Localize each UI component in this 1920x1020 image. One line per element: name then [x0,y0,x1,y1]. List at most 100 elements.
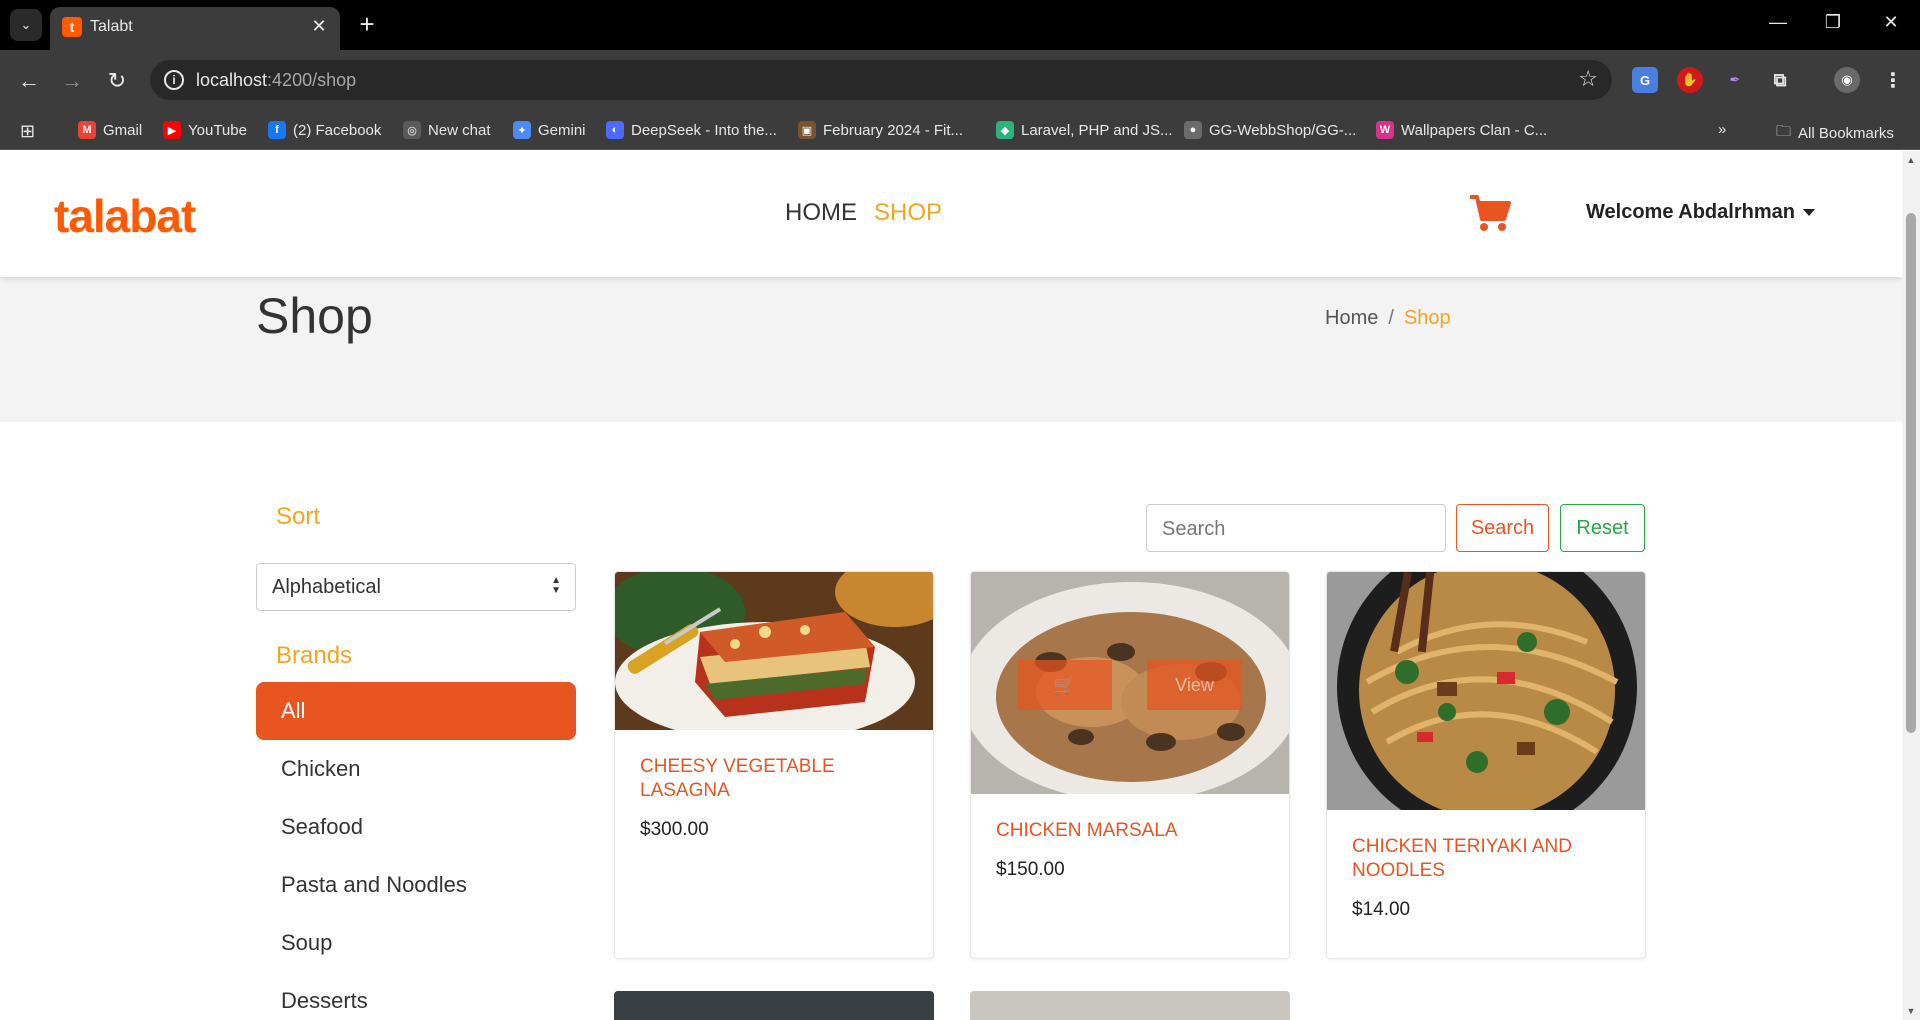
bookmark-item[interactable]: ● GG-WebbShop/GG-... [1184,121,1356,139]
translate-extension-icon[interactable]: G [1632,67,1658,93]
talabat-logo[interactable]: talabat [54,189,196,243]
bookmark-item[interactable]: f (2) Facebook [268,121,381,139]
bookmark-label: New chat [428,121,491,139]
feather-extension-icon[interactable]: ✒ [1722,67,1748,93]
bookmark-star-icon[interactable]: ☆ [1578,66,1598,92]
window-close-icon[interactable]: ✕ [1876,12,1906,33]
sort-select[interactable]: Alphabetical ▲ ▼ [256,563,576,611]
gmail-icon: M [78,121,96,139]
folder-icon: 🗀 [1776,123,1792,140]
tab-search-button[interactable]: ⌄ [10,9,42,41]
active-tab[interactable]: t Talabt ✕ [50,7,340,50]
more-bookmarks-icon[interactable]: » [1718,121,1726,138]
bookmark-item[interactable]: ▣ February 2024 - Fit... [798,121,963,139]
browser-toolbar: ← → ↻ i localhost:4200/shop ☆ G ✋ ✒ ⧉ ◉ … [0,50,1920,110]
bookmark-item[interactable]: ◎ New chat [403,121,491,139]
adblock-extension-icon[interactable]: ✋ [1677,67,1703,93]
product-name[interactable]: CHICKEN TERIYAKI AND NOODLES [1352,835,1622,883]
breadcrumb-current: Shop [1403,307,1451,329]
scroll-thumb[interactable] [1906,213,1916,733]
product-price: $14.00 [1352,899,1411,920]
product-card-partial[interactable] [614,991,934,1020]
bookmark-item[interactable]: W Wallpapers Clan - C... [1376,121,1547,139]
product-card[interactable]: 🛒 View CHICKEN MARSALA $150.00 [970,571,1290,959]
nav-home-link[interactable]: HOME [785,199,857,227]
search-button[interactable]: Search [1456,504,1549,552]
bookmark-item[interactable]: ◐ DeepSeek - Into the... [606,121,777,139]
brand-item-all[interactable]: All [256,682,576,740]
breadcrumb-home[interactable]: Home [1325,307,1378,329]
product-name[interactable]: CHICKEN MARSALA [996,819,1266,843]
bookmark-label: Laravel, PHP and JS... [1021,121,1173,139]
cart-icon[interactable] [1468,193,1512,233]
site-header: talabat HOME SHOP Welcome Abdalrhman [0,151,1902,277]
github-icon: ● [1184,121,1202,139]
reload-icon[interactable]: ↻ [102,66,132,96]
brand-item-seafood[interactable]: Seafood [256,798,576,856]
nav-shop-link[interactable]: SHOP [874,199,942,227]
laracasts-icon: ◆ [996,121,1014,139]
bookmark-item[interactable]: ✦ Gemini [513,121,586,139]
scroll-down-icon[interactable]: ▼ [1905,1006,1917,1016]
bookmark-item[interactable]: ▶ YouTube [163,121,247,139]
all-bookmarks-folder[interactable]: 🗀 All Bookmarks [1776,121,1894,146]
new-tab-button[interactable]: + [352,10,382,38]
brand-item-chicken[interactable]: Chicken [256,740,576,798]
address-bar[interactable]: i localhost:4200/shop ☆ [150,60,1612,100]
chevron-down-icon [1802,209,1815,217]
product-card[interactable]: CHEESY VEGETABLE LASAGNA $300.00 [614,571,934,959]
facebook-icon: f [268,121,286,139]
bookmark-item[interactable]: ◆ Laravel, PHP and JS... [996,121,1172,139]
user-dropdown[interactable]: Welcome Abdalrhman [1586,201,1815,224]
url-text[interactable]: localhost:4200/shop [196,70,356,91]
forward-icon[interactable]: → [57,66,87,96]
bookmark-label: Wallpapers Clan - C... [1401,121,1548,139]
sort-heading: Sort [276,503,321,530]
brands-heading: Brands [276,642,353,669]
back-icon[interactable]: ← [14,66,44,96]
apps-grid-icon[interactable]: ⊞ [20,121,35,142]
product-price: $300.00 [640,819,709,840]
brand-item-soup[interactable]: Soup [256,914,576,972]
youtube-icon: ▶ [163,121,181,139]
reset-button[interactable]: Reset [1560,504,1645,552]
select-arrows-icon: ▲ ▼ [551,575,561,596]
page-title: Shop [256,288,373,344]
web-page: talabat HOME SHOP Welcome Abdalrhman Sho… [0,151,1902,1020]
bookmark-item[interactable]: M Gmail [78,121,142,139]
deepseek-icon: ◐ [606,121,624,139]
bookmarks-bar: ⊞ M Gmail ▶ YouTube f (2) Facebook ◎ New chat ✦ G… [0,110,1920,150]
bookmark-label: Gmail [103,121,143,139]
bookmark-label: February 2024 - Fit... [823,121,964,139]
tab-close-icon[interactable]: ✕ [308,15,330,37]
teriyaki-noodles-photo [1327,572,1645,810]
browser-tab-strip: ⌄ t Talabt ✕ + — ❐ ✕ [0,0,1920,50]
site-info-icon[interactable]: i [164,70,184,90]
view-product-button[interactable]: View [1147,660,1242,710]
gemini-icon: ✦ [513,121,531,139]
restore-icon[interactable]: ❐ [1818,12,1848,33]
page-scrollbar[interactable]: ▲ ▼ [1902,151,1920,1020]
add-to-cart-button[interactable]: 🛒 [1017,660,1112,710]
bookmark-label: (2) Facebook [293,121,382,139]
scroll-up-icon[interactable]: ▲ [1905,155,1917,165]
product-card-partial[interactable] [970,991,1290,1020]
fitness-icon: ▣ [798,121,816,139]
brand-item-desserts[interactable]: Desserts [256,972,576,1020]
brand-item-pasta-and-noodles[interactable]: Pasta and Noodles [256,856,576,914]
openai-icon: ◎ [403,121,421,139]
extensions-puzzle-icon[interactable]: ⧉ [1767,67,1793,93]
product-card[interactable]: CHICKEN TERIYAKI AND NOODLES $14.00 [1326,571,1646,959]
user-greeting: Welcome Abdalrhman [1586,201,1795,223]
bookmark-label: YouTube [188,121,247,139]
search-input[interactable]: Search [1146,504,1446,552]
bookmark-label: GG-WebbShop/GG-... [1209,121,1357,139]
product-name[interactable]: CHEESY VEGETABLE LASAGNA [640,755,910,803]
wallpapers-icon: W [1376,121,1394,139]
tab-favicon-icon: t [62,17,82,37]
tab-title: Talabt [90,18,133,35]
browser-menu-icon[interactable]: ⋮ [1880,67,1906,93]
profile-avatar[interactable]: ◉ [1834,67,1860,93]
bookmark-label: Gemini [538,121,586,139]
minimize-icon[interactable]: — [1763,12,1793,33]
